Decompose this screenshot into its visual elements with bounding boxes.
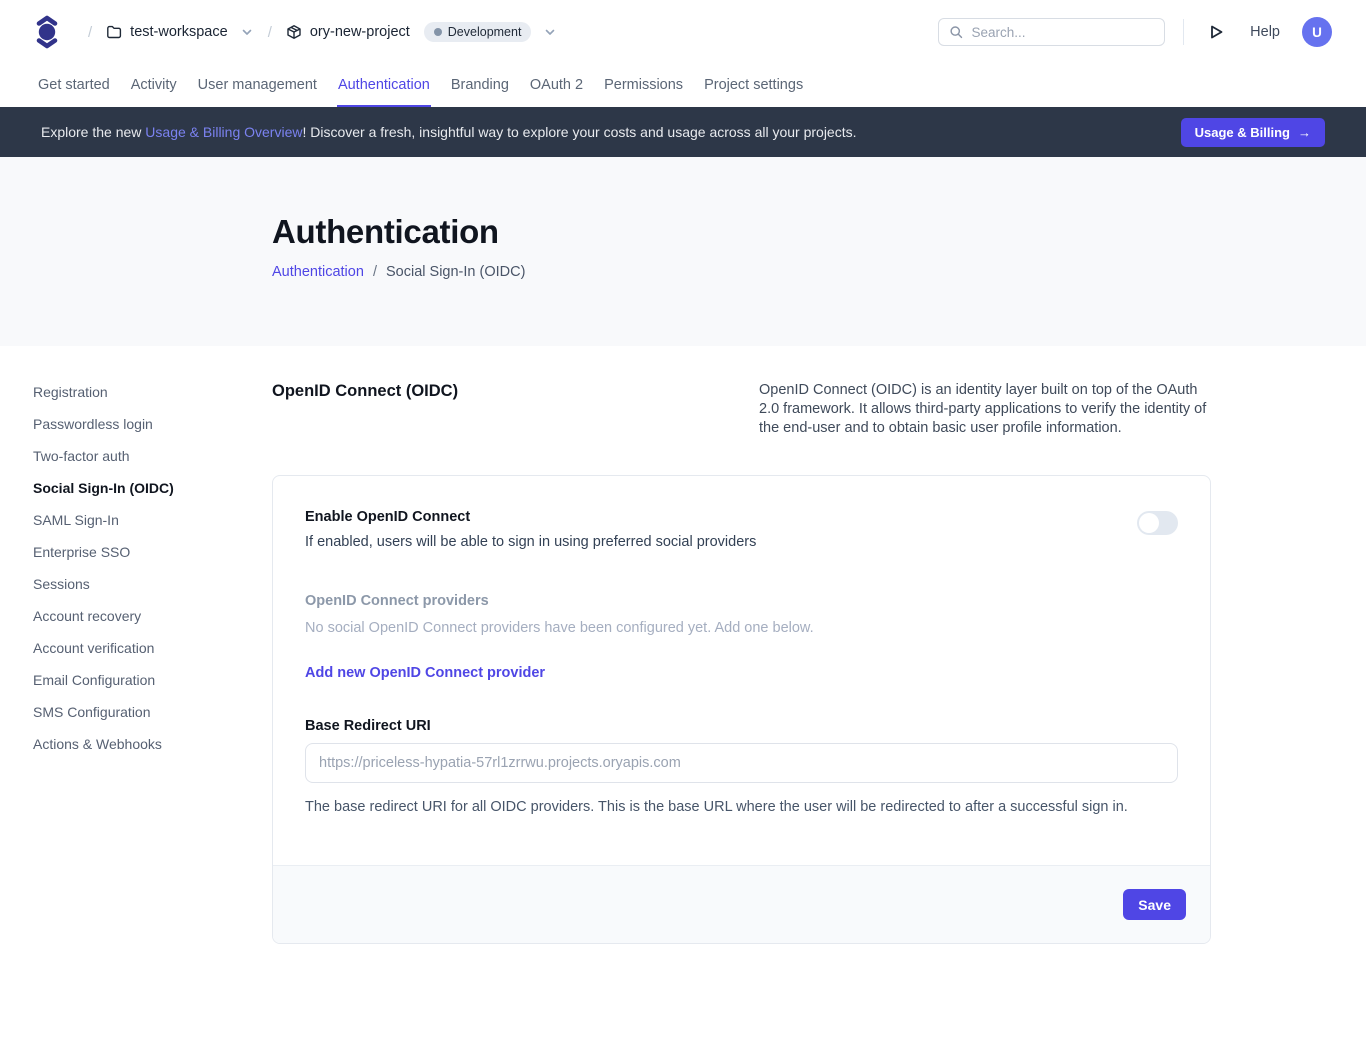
breadcrumb-separator: / bbox=[88, 24, 92, 41]
workspace-breadcrumb[interactable]: test-workspace bbox=[106, 24, 254, 40]
tab-branding[interactable]: Branding bbox=[450, 64, 510, 107]
sidebar-item-actions-webhooks[interactable]: Actions & Webhooks bbox=[33, 733, 272, 765]
usage-billing-banner: Explore the new Usage & Billing Overview… bbox=[0, 107, 1366, 157]
sidebar-item-social-sign-in[interactable]: Social Sign-In (OIDC) bbox=[33, 477, 272, 509]
base-redirect-uri-help: The base redirect URI for all OIDC provi… bbox=[305, 799, 1178, 815]
project-name: ory-new-project bbox=[310, 24, 410, 40]
tab-oauth2[interactable]: OAuth 2 bbox=[529, 64, 584, 107]
sidebar-item-sessions[interactable]: Sessions bbox=[33, 573, 272, 605]
environment-dot-icon bbox=[434, 28, 442, 36]
sidebar-item-passwordless-login[interactable]: Passwordless login bbox=[33, 413, 272, 445]
page-breadcrumb: Authentication / Social Sign-In (OIDC) bbox=[272, 264, 1366, 280]
tab-permissions[interactable]: Permissions bbox=[603, 64, 684, 107]
tab-project-settings[interactable]: Project settings bbox=[703, 64, 804, 107]
card-footer: Save bbox=[273, 865, 1210, 943]
tab-get-started[interactable]: Get started bbox=[37, 64, 111, 107]
enable-oidc-row: Enable OpenID Connect If enabled, users … bbox=[305, 509, 1178, 550]
banner-usage-billing-link[interactable]: Usage & Billing Overview bbox=[145, 124, 302, 140]
project-nav-tabs: Get started Activity User management Aut… bbox=[0, 64, 1366, 107]
section-header: OpenID Connect (OIDC) OpenID Connect (OI… bbox=[272, 381, 1211, 438]
page-hero: Authentication Authentication / Social S… bbox=[0, 157, 1366, 346]
environment-badge: Development bbox=[424, 22, 532, 42]
tab-activity[interactable]: Activity bbox=[130, 64, 178, 107]
ory-logo-icon[interactable] bbox=[34, 15, 60, 49]
sidebar-item-enterprise-sso[interactable]: Enterprise SSO bbox=[33, 541, 272, 573]
usage-billing-button[interactable]: Usage & Billing → bbox=[1181, 118, 1325, 147]
header-divider bbox=[1183, 19, 1184, 45]
top-header: / test-workspace / ory-new-project Devel… bbox=[0, 0, 1366, 64]
breadcrumb-current: Social Sign-In (OIDC) bbox=[386, 264, 525, 280]
help-link[interactable]: Help bbox=[1250, 24, 1280, 40]
main-panel: OpenID Connect (OIDC) OpenID Connect (OI… bbox=[272, 381, 1211, 944]
project-breadcrumb[interactable]: ory-new-project Development bbox=[286, 22, 558, 42]
providers-empty-message: No social OpenID Connect providers have … bbox=[305, 620, 1178, 636]
enable-oidc-toggle[interactable] bbox=[1137, 511, 1178, 535]
toggle-knob bbox=[1139, 513, 1159, 533]
tab-authentication[interactable]: Authentication bbox=[337, 64, 431, 107]
sidebar-item-two-factor-auth[interactable]: Two-factor auth bbox=[33, 445, 272, 477]
search-input[interactable] bbox=[971, 25, 1154, 40]
header-right-group: Help U bbox=[938, 17, 1332, 47]
providers-section-title: OpenID Connect providers bbox=[305, 593, 1178, 609]
content-area: Registration Passwordless login Two-fact… bbox=[0, 346, 1366, 1024]
playground-button[interactable] bbox=[1206, 22, 1226, 42]
chevron-down-icon bbox=[543, 25, 557, 39]
play-icon bbox=[1209, 24, 1224, 40]
banner-text: Explore the new Usage & Billing Overview… bbox=[41, 124, 857, 140]
page-title: Authentication bbox=[272, 213, 1366, 251]
environment-badge-label: Development bbox=[448, 25, 522, 39]
search-box[interactable] bbox=[938, 18, 1165, 46]
arrow-right-icon: → bbox=[1298, 125, 1311, 140]
oidc-settings-card: Enable OpenID Connect If enabled, users … bbox=[272, 475, 1211, 944]
save-button[interactable]: Save bbox=[1123, 889, 1186, 920]
sidebar-item-account-verification[interactable]: Account verification bbox=[33, 637, 272, 669]
usage-billing-button-label: Usage & Billing bbox=[1195, 125, 1290, 140]
base-redirect-uri-input[interactable] bbox=[305, 743, 1178, 783]
banner-text-after: ! Discover a fresh, insightful way to ex… bbox=[302, 124, 856, 140]
enable-oidc-description: If enabled, users will be able to sign i… bbox=[305, 534, 756, 550]
base-redirect-uri-label: Base Redirect URI bbox=[305, 718, 1178, 734]
package-icon bbox=[286, 24, 302, 40]
banner-text-before: Explore the new bbox=[41, 124, 145, 140]
breadcrumb-separator: / bbox=[373, 264, 377, 280]
oidc-card-body: Enable OpenID Connect If enabled, users … bbox=[273, 476, 1210, 865]
sidebar-item-registration[interactable]: Registration bbox=[33, 381, 272, 413]
breadcrumb-separator: / bbox=[268, 24, 272, 41]
add-provider-link[interactable]: Add new OpenID Connect provider bbox=[305, 665, 1178, 681]
breadcrumb-authentication-link[interactable]: Authentication bbox=[272, 264, 364, 280]
settings-sidebar: Registration Passwordless login Two-fact… bbox=[33, 381, 272, 944]
enable-oidc-title: Enable OpenID Connect bbox=[305, 509, 756, 525]
sidebar-item-email-configuration[interactable]: Email Configuration bbox=[33, 669, 272, 701]
enable-oidc-text: Enable OpenID Connect If enabled, users … bbox=[305, 509, 756, 550]
user-avatar[interactable]: U bbox=[1302, 17, 1332, 47]
sidebar-item-saml-sign-in[interactable]: SAML Sign-In bbox=[33, 509, 272, 541]
sidebar-item-account-recovery[interactable]: Account recovery bbox=[33, 605, 272, 637]
sidebar-item-sms-configuration[interactable]: SMS Configuration bbox=[33, 701, 272, 733]
section-description: OpenID Connect (OIDC) is an identity lay… bbox=[759, 381, 1211, 438]
folder-icon bbox=[106, 24, 122, 40]
workspace-name: test-workspace bbox=[130, 24, 228, 40]
tab-user-management[interactable]: User management bbox=[197, 64, 318, 107]
search-icon bbox=[949, 24, 963, 40]
chevron-down-icon bbox=[240, 25, 254, 39]
section-title: OpenID Connect (OIDC) bbox=[272, 381, 458, 438]
